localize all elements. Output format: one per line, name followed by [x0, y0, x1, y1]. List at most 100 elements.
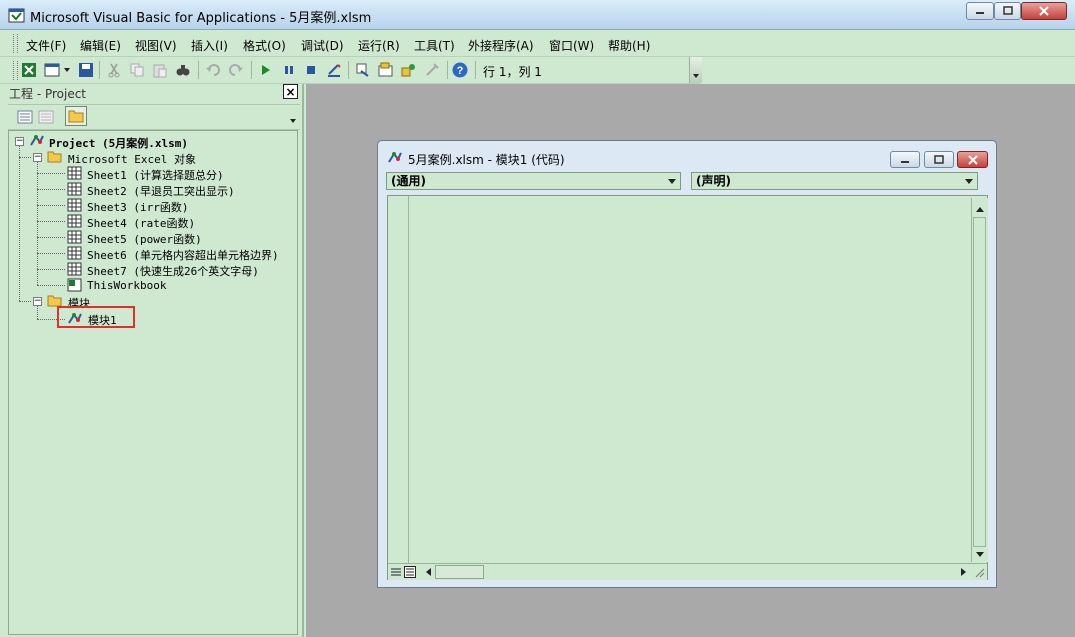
- horizontal-scrollbar[interactable]: [388, 563, 987, 580]
- toolbar-separator: [198, 61, 199, 79]
- project-tree: − Project (5月案例.xlsm) − Microsoft Excel …: [8, 130, 298, 635]
- scroll-left-button[interactable]: [421, 565, 435, 579]
- vertical-scroll-track[interactable]: [973, 217, 986, 547]
- restore-icon: [934, 154, 944, 164]
- project-panel-toolbar: [8, 104, 300, 130]
- scroll-right-button[interactable]: [956, 565, 970, 579]
- view-object-icon[interactable]: [38, 109, 54, 125]
- code-window-title: 5月案例.xlsm - 模块1 (代码): [408, 153, 565, 167]
- cut-icon[interactable]: [106, 62, 122, 78]
- tree-item-sheet3[interactable]: Sheet3 (irr函数): [87, 199, 188, 215]
- menu-window[interactable]: 窗口(W): [549, 37, 594, 54]
- menu-grip[interactable]: [13, 34, 18, 53]
- full-module-view-icon[interactable]: [404, 566, 416, 578]
- toolbar-grip[interactable]: [13, 61, 18, 80]
- properties-window-icon[interactable]: [378, 62, 394, 78]
- break-icon[interactable]: [281, 62, 297, 78]
- restore-button[interactable]: [994, 2, 1021, 20]
- close-button[interactable]: [1021, 2, 1067, 20]
- object-combo-button[interactable]: [665, 174, 679, 188]
- code-window-close-button[interactable]: [957, 151, 988, 168]
- standard-toolbar: ? 行 1，列 1: [0, 57, 702, 84]
- copy-icon[interactable]: [129, 62, 145, 78]
- view-excel-icon[interactable]: [21, 62, 37, 78]
- paste-icon[interactable]: [152, 62, 168, 78]
- menu-file[interactable]: 文件(F): [26, 37, 66, 54]
- code-editor[interactable]: [387, 195, 988, 580]
- vba-app-icon: [8, 8, 25, 23]
- tree-item-sheet2[interactable]: Sheet2 (早退员工突出显示): [87, 183, 235, 199]
- menu-debug[interactable]: 调试(D): [301, 37, 344, 54]
- code-window-minimize-button[interactable]: [890, 151, 920, 168]
- insert-userform-icon[interactable]: [44, 62, 60, 78]
- toolbar-separator: [447, 61, 448, 79]
- menu-edit[interactable]: 编辑(E): [80, 37, 121, 54]
- margin-indicator-bar[interactable]: [388, 196, 409, 564]
- procedure-view-icon[interactable]: [390, 566, 402, 578]
- toolbox-icon[interactable]: [424, 62, 440, 78]
- tree-item-sheet7[interactable]: Sheet7 (快速生成26个英文字母): [87, 263, 259, 279]
- menu-help[interactable]: 帮助(H): [608, 37, 650, 54]
- toolbar-separator: [348, 61, 349, 79]
- folder-open-icon: [47, 151, 62, 163]
- worksheet-icon: [67, 246, 82, 260]
- object-browser-icon[interactable]: [401, 62, 417, 78]
- scroll-up-button[interactable]: [973, 202, 987, 216]
- module-icon: [388, 152, 402, 163]
- tree-item-thisworkbook[interactable]: ThisWorkbook: [87, 279, 166, 292]
- tree-item-sheet4[interactable]: Sheet4 (rate函数): [87, 215, 195, 231]
- tree-line: [37, 237, 65, 238]
- design-mode-icon[interactable]: [326, 62, 342, 78]
- find-icon[interactable]: [175, 62, 191, 78]
- menu-addins[interactable]: 外接程序(A): [468, 37, 534, 54]
- dropdown-arrow-icon[interactable]: [64, 68, 70, 72]
- view-code-icon[interactable]: [17, 109, 33, 125]
- tree-item-excel-objects[interactable]: Microsoft Excel 对象: [68, 151, 196, 167]
- run-icon[interactable]: [258, 62, 274, 78]
- menu-view[interactable]: 视图(V): [135, 37, 177, 54]
- toolbar-options-button[interactable]: [689, 57, 702, 83]
- close-icon: ×: [285, 84, 296, 99]
- tree-expander[interactable]: −: [33, 297, 42, 306]
- tree-item-sheet6[interactable]: Sheet6 (单元格内容超出单元格边界): [87, 247, 279, 263]
- worksheet-icon: [67, 214, 82, 228]
- procedure-combo[interactable]: (声明): [691, 172, 978, 190]
- reset-icon[interactable]: [303, 62, 319, 78]
- object-combo[interactable]: (通用): [386, 172, 681, 190]
- tree-expander[interactable]: −: [15, 137, 24, 146]
- tree-item-sheet5[interactable]: Sheet5 (power函数): [87, 231, 202, 247]
- tree-item-project[interactable]: Project (5月案例.xlsm): [49, 135, 188, 151]
- procedure-combo-button[interactable]: [962, 174, 976, 188]
- redo-icon[interactable]: [228, 62, 244, 78]
- save-icon[interactable]: [78, 62, 94, 78]
- tree-line: [37, 205, 65, 206]
- worksheet-icon: [67, 166, 82, 180]
- minimize-icon: [901, 160, 909, 163]
- menu-tools[interactable]: 工具(T): [414, 37, 455, 54]
- menu-insert[interactable]: 插入(I): [191, 37, 228, 54]
- minimize-button[interactable]: [966, 2, 994, 20]
- toggle-folders-button[interactable]: [65, 106, 87, 126]
- tree-line: [19, 157, 31, 158]
- chevron-down-icon: [693, 74, 699, 78]
- chevron-down-icon[interactable]: [290, 119, 296, 123]
- menu-format[interactable]: 格式(O): [243, 37, 286, 54]
- menu-run[interactable]: 运行(R): [358, 37, 400, 54]
- code-window: 5月案例.xlsm - 模块1 (代码) (通用) (声明): [377, 140, 997, 588]
- undo-icon[interactable]: [205, 62, 221, 78]
- scroll-down-button[interactable]: [973, 547, 987, 561]
- code-window-restore-button[interactable]: [924, 151, 954, 168]
- vertical-scrollbar[interactable]: [971, 198, 988, 562]
- horizontal-scroll-thumb[interactable]: [435, 565, 484, 579]
- tree-line: [37, 189, 65, 190]
- resize-grip-icon[interactable]: [973, 566, 985, 578]
- tree-expander[interactable]: −: [33, 153, 42, 162]
- help-icon[interactable]: ?: [452, 62, 468, 78]
- tree-line: [37, 221, 65, 222]
- highlight-box: [57, 306, 135, 328]
- chevron-down-icon: [976, 551, 984, 557]
- worksheet-icon: [67, 198, 82, 212]
- project-panel-close-button[interactable]: ×: [283, 84, 298, 99]
- tree-item-sheet1[interactable]: Sheet1 (计算选择题总分): [87, 167, 224, 183]
- project-explorer-icon[interactable]: [355, 62, 371, 78]
